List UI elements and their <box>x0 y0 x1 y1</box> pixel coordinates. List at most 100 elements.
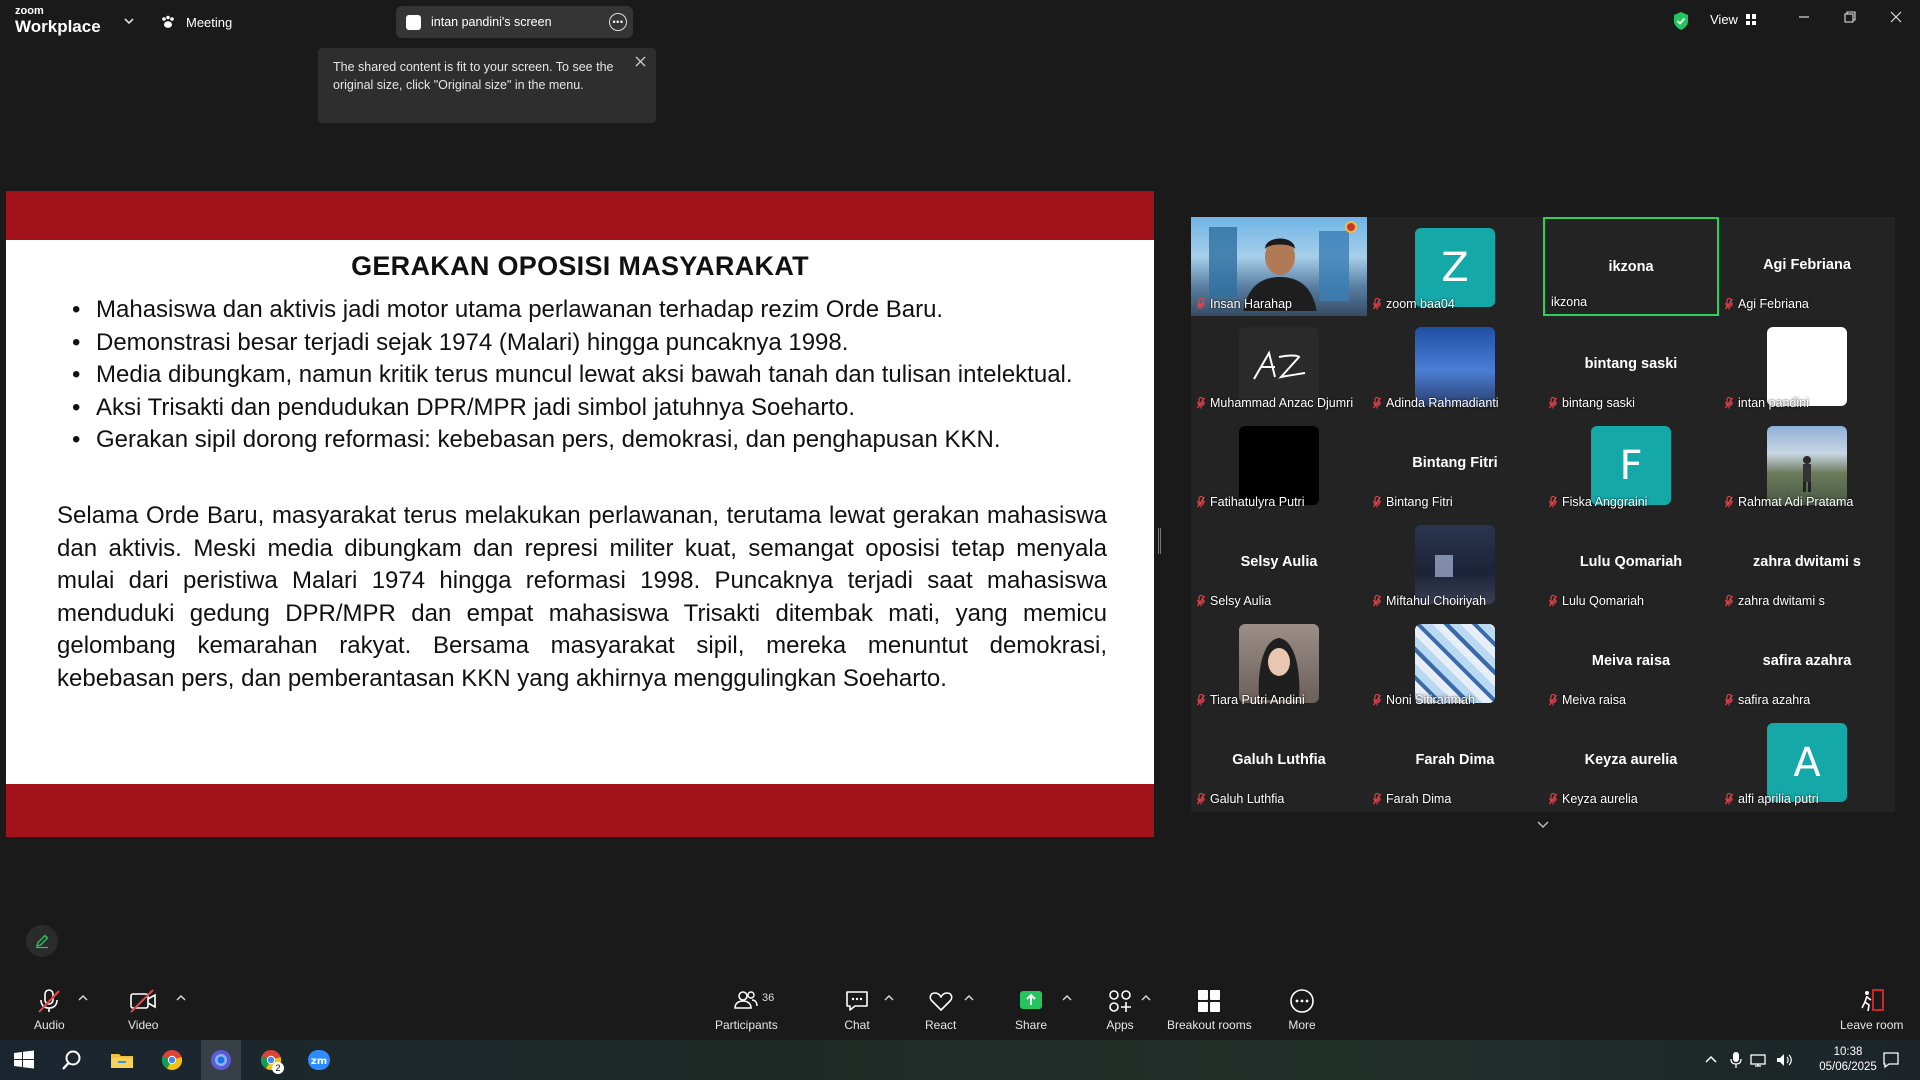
split-view-handle[interactable] <box>1158 528 1161 554</box>
restore-icon[interactable] <box>1840 10 1860 27</box>
participant-tile[interactable]: Meiva raisa Meiva raisa <box>1543 613 1719 712</box>
participant-tile[interactable]: Tiara Putri Andini <box>1191 613 1367 712</box>
participants-label: Participants <box>715 1018 778 1032</box>
participant-name: zahra dwitami s <box>1738 594 1825 608</box>
annotate-pen-button[interactable] <box>26 925 58 957</box>
slide-bullet-list: Mahasiswa dan aktivis jadi motor utama p… <box>72 294 1106 457</box>
muted-mic-icon <box>1725 594 1733 607</box>
muted-mic-icon <box>1549 693 1557 706</box>
close-icon[interactable] <box>635 54 646 72</box>
share-button[interactable]: Share <box>1015 988 1047 1032</box>
participant-tile[interactable]: Noni Sitirahmah <box>1367 613 1543 712</box>
participant-tile[interactable]: Selsy Aulia Selsy Aulia <box>1191 514 1367 613</box>
participant-name: Selsy Aulia <box>1210 594 1272 608</box>
participant-tile[interactable]: Lulu Qomariah Lulu Qomariah <box>1543 514 1719 613</box>
participant-tile[interactable]: Miftahul Choiriyah <box>1367 514 1543 613</box>
video-button[interactable]: Video <box>128 988 158 1032</box>
chevron-down-icon[interactable] <box>122 14 136 28</box>
zoom-workplace-logo: zoom Workplace <box>15 6 101 36</box>
participant-display-name: zahra dwitami s <box>1753 554 1861 570</box>
chrome-profile-icon[interactable] <box>208 1048 234 1072</box>
chrome-icon[interactable] <box>159 1048 185 1072</box>
file-explorer-icon[interactable] <box>109 1048 135 1072</box>
breakout-rooms-button[interactable]: Breakout rooms <box>1167 988 1252 1032</box>
participant-display-name: Selsy Aulia <box>1240 554 1318 570</box>
audio-button[interactable]: Audio <box>34 988 65 1032</box>
participant-tile[interactable]: Aalfi aprilia putri <box>1719 712 1895 811</box>
apps-button[interactable]: Apps <box>1106 988 1134 1032</box>
participant-tile[interactable]: Fatihatulyra Putri <box>1191 415 1367 514</box>
participant-name: zoom baa04 <box>1386 297 1455 311</box>
participant-tile[interactable]: Muhammad Anzac Djumri <box>1191 316 1367 415</box>
chat-button[interactable]: Chat <box>843 988 871 1032</box>
slide-bullet: Gerakan sipil dorong reformasi: kebebasa… <box>72 424 1106 457</box>
zoom-app-icon[interactable]: zm <box>306 1048 332 1072</box>
leave-room-button[interactable]: Leave room <box>1840 988 1903 1032</box>
chat-options-caret-icon[interactable] <box>884 994 894 1002</box>
windows-start-icon[interactable] <box>11 1048 37 1072</box>
participant-tile[interactable]: Farah Dima Farah Dima <box>1367 712 1543 811</box>
shared-screen-indicator[interactable]: intan pandini's screen ••• <box>396 6 633 38</box>
participant-name-label: Galuh Luthfia <box>1197 792 1284 806</box>
more-options-icon[interactable]: ••• <box>609 13 627 31</box>
muted-mic-icon <box>1197 594 1205 607</box>
notifications-icon[interactable] <box>1881 1050 1901 1070</box>
share-label: Share <box>1015 1018 1048 1032</box>
participant-tile[interactable]: ikzona ikzona <box>1543 217 1719 316</box>
chrome-window-count-badge: 2 <box>272 1062 284 1074</box>
slide-bullet: Aksi Trisakti dan pendudukan DPR/MPR jad… <box>72 392 1106 425</box>
meeting-info-button[interactable]: Meeting <box>160 12 232 32</box>
participant-tile[interactable]: Bintang Fitri Bintang Fitri <box>1367 415 1543 514</box>
minimize-icon[interactable] <box>1794 10 1814 27</box>
participant-name-label: intan pandini <box>1725 396 1809 410</box>
participant-name-label: Bintang Fitri <box>1373 495 1453 509</box>
muted-mic-icon <box>1197 297 1205 310</box>
encryption-shield-icon[interactable] <box>1672 11 1690 31</box>
participant-tile[interactable]: Adinda Rahmadianti <box>1367 316 1543 415</box>
participant-name-label: Noni Sitirahmah <box>1373 693 1475 707</box>
video-options-caret-icon[interactable] <box>176 994 186 1002</box>
participant-tile[interactable]: Agi Febriana Agi Febriana <box>1719 217 1895 316</box>
close-window-icon[interactable] <box>1886 10 1906 27</box>
taskbar-clock[interactable]: 10:38 05/06/2025 <box>1816 1045 1880 1075</box>
gallery-next-page-chevron-icon[interactable] <box>1536 818 1550 832</box>
share-screen-icon <box>1020 991 1043 1009</box>
microphone-icon[interactable] <box>1729 1051 1743 1069</box>
share-options-caret-icon[interactable] <box>1062 994 1072 1002</box>
participant-tile[interactable]: bintang saski bintang saski <box>1543 316 1719 415</box>
participant-display-name: bintang saski <box>1584 356 1678 372</box>
participant-name: Bintang Fitri <box>1386 495 1453 509</box>
participant-tile[interactable]: safira azahra safira azahra <box>1719 613 1895 712</box>
muted-mic-icon <box>1373 594 1381 607</box>
network-icon[interactable] <box>1749 1051 1769 1069</box>
avatar: A <box>1767 723 1847 802</box>
participant-display-name: Keyza aurelia <box>1584 752 1678 768</box>
clock-time: 10:38 <box>1833 1046 1863 1058</box>
speaker-volume-icon[interactable] <box>1775 1051 1795 1069</box>
apps-options-caret-icon[interactable] <box>1141 994 1151 1002</box>
react-options-caret-icon[interactable] <box>964 994 974 1002</box>
react-button[interactable]: React <box>925 988 956 1032</box>
chat-label: Chat <box>844 1018 870 1032</box>
participant-tile[interactable]: Zzoom baa04 <box>1367 217 1543 316</box>
participant-tile[interactable]: Rahmat Adi Pratama <box>1719 415 1895 514</box>
muted-mic-icon <box>1197 792 1205 805</box>
tray-expand-chevron-icon[interactable] <box>1703 1053 1719 1067</box>
participant-tile[interactable]: intan pandini <box>1719 316 1895 415</box>
participant-tile[interactable]: zahra dwitami s zahra dwitami s <box>1719 514 1895 613</box>
search-icon[interactable] <box>59 1048 85 1072</box>
participant-tile[interactable]: Insan Harahap <box>1191 217 1367 316</box>
meeting-label: Meeting <box>186 14 233 30</box>
participant-tile[interactable]: F Fiska Anggraini <box>1543 415 1719 514</box>
audio-options-caret-icon[interactable] <box>78 994 88 1002</box>
view-button[interactable]: View <box>1710 12 1756 27</box>
more-button[interactable]: More <box>1288 988 1316 1032</box>
muted-mic-icon <box>1373 693 1381 706</box>
participant-name: Miftahul Choiriyah <box>1386 594 1487 608</box>
clock-date: 05/06/2025 <box>1819 1061 1877 1073</box>
participant-tile[interactable]: Galuh Luthfia Galuh Luthfia <box>1191 712 1367 811</box>
muted-mic-icon <box>1725 792 1733 805</box>
participant-tile[interactable]: Keyza aurelia Keyza aurelia <box>1543 712 1719 811</box>
muted-mic-icon <box>1197 495 1205 508</box>
slide-bullet: Media dibungkam, namun kritik terus munc… <box>72 359 1106 392</box>
